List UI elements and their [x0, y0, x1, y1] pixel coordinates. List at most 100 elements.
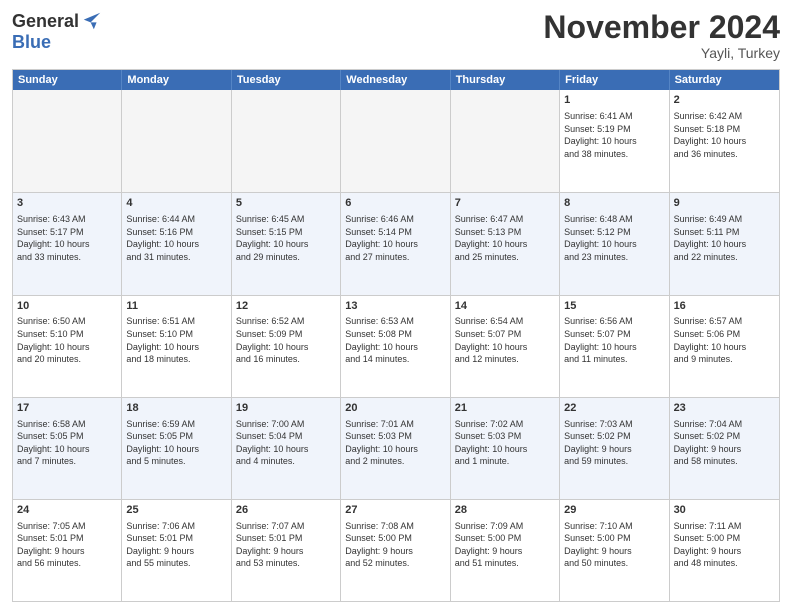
- logo-bird-icon: [81, 10, 103, 32]
- day-number: 28: [455, 503, 555, 518]
- day-number: 20: [345, 401, 445, 416]
- calendar-cell: [341, 90, 450, 192]
- day-number: 5: [236, 196, 336, 211]
- calendar-cell: 30 Sunrise: 7:11 AMSunset: 5:00 PMDayligh…: [670, 500, 779, 601]
- weekday-header: Wednesday: [341, 70, 450, 90]
- calendar-cell: 1 Sunrise: 6:41 AMSunset: 5:19 PMDaylight…: [560, 90, 669, 192]
- calendar-cell: 19Sunrise: 7:00 AMSunset: 5:04 PMDayligh…: [232, 398, 341, 499]
- calendar-cell: 2Sunrise: 6:42 AMSunset: 5:18 PMDaylight…: [670, 90, 779, 192]
- calendar-cell: 9 Sunrise: 6:49 AMSunset: 5:11 PMDaylight…: [670, 193, 779, 294]
- logo-blue-text: Blue: [12, 32, 51, 53]
- calendar-cell: 15Sunrise: 6:56 AMSunset: 5:07 PMDayligh…: [560, 296, 669, 397]
- logo: General Blue: [12, 10, 103, 53]
- day-info: Sunrise: 6:54 AMSunset: 5:07 PMDaylight:…: [455, 315, 555, 365]
- day-info: Sunrise: 6:53 AMSunset: 5:08 PMDaylight:…: [345, 315, 445, 365]
- header-right: November 2024 Yayli, Turkey: [543, 10, 780, 61]
- calendar-cell: [451, 90, 560, 192]
- calendar-cell: 11Sunrise: 6:51 AMSunset: 5:10 PMDayligh…: [122, 296, 231, 397]
- calendar-body: 1 Sunrise: 6:41 AMSunset: 5:19 PMDaylight…: [13, 90, 779, 601]
- weekday-header: Friday: [560, 70, 669, 90]
- calendar-row: 17Sunrise: 6:58 AMSunset: 5:05 PMDayligh…: [13, 397, 779, 499]
- day-info: Sunrise: 7:09 AMSunset: 5:00 PMDaylight:…: [455, 520, 555, 570]
- calendar-cell: 22Sunrise: 7:03 AMSunset: 5:02 PMDayligh…: [560, 398, 669, 499]
- calendar-cell: 18 Sunrise: 6:59 AMSunset: 5:05 PMDayligh…: [122, 398, 231, 499]
- day-number: 2: [674, 93, 775, 108]
- day-number: 1: [564, 93, 664, 108]
- day-number: 26: [236, 503, 336, 518]
- day-number: 25: [126, 503, 226, 518]
- day-info: Sunrise: 7:06 AMSunset: 5:01 PMDaylight:…: [126, 520, 226, 570]
- day-number: 11: [126, 299, 226, 314]
- day-info: Sunrise: 6:51 AMSunset: 5:10 PMDaylight:…: [126, 315, 226, 365]
- calendar-cell: 27 Sunrise: 7:08 AMSunset: 5:00 PMDayligh…: [341, 500, 450, 601]
- day-info: Sunrise: 6:48 AMSunset: 5:12 PMDaylight:…: [564, 213, 664, 263]
- day-number: 14: [455, 299, 555, 314]
- day-number: 10: [17, 299, 117, 314]
- calendar-cell: 5 Sunrise: 6:45 AMSunset: 5:15 PMDaylight…: [232, 193, 341, 294]
- day-info: Sunrise: 7:00 AMSunset: 5:04 PMDaylight:…: [236, 418, 336, 468]
- page-container: General Blue November 2024 Yayli, Turkey…: [0, 0, 792, 612]
- day-info: Sunrise: 6:41 AMSunset: 5:19 PMDaylight:…: [564, 110, 664, 160]
- calendar-cell: 25 Sunrise: 7:06 AMSunset: 5:01 PMDayligh…: [122, 500, 231, 601]
- calendar-header: SundayMondayTuesdayWednesdayThursdayFrid…: [13, 70, 779, 90]
- weekday-header: Thursday: [451, 70, 560, 90]
- day-number: 30: [674, 503, 775, 518]
- weekday-header: Tuesday: [232, 70, 341, 90]
- calendar-cell: 8 Sunrise: 6:48 AMSunset: 5:12 PMDaylight…: [560, 193, 669, 294]
- day-number: 16: [674, 299, 775, 314]
- day-info: Sunrise: 6:59 AMSunset: 5:05 PMDaylight:…: [126, 418, 226, 468]
- calendar-row: 3Sunrise: 6:43 AMSunset: 5:17 PMDaylight…: [13, 192, 779, 294]
- day-number: 27: [345, 503, 445, 518]
- day-info: Sunrise: 6:45 AMSunset: 5:15 PMDaylight:…: [236, 213, 336, 263]
- day-info: Sunrise: 6:47 AMSunset: 5:13 PMDaylight:…: [455, 213, 555, 263]
- calendar-cell: [232, 90, 341, 192]
- day-number: 9: [674, 196, 775, 211]
- calendar-cell: 3Sunrise: 6:43 AMSunset: 5:17 PMDaylight…: [13, 193, 122, 294]
- day-info: Sunrise: 6:52 AMSunset: 5:09 PMDaylight:…: [236, 315, 336, 365]
- day-info: Sunrise: 7:08 AMSunset: 5:00 PMDaylight:…: [345, 520, 445, 570]
- day-number: 23: [674, 401, 775, 416]
- day-info: Sunrise: 6:50 AMSunset: 5:10 PMDaylight:…: [17, 315, 117, 365]
- calendar-cell: 10Sunrise: 6:50 AMSunset: 5:10 PMDayligh…: [13, 296, 122, 397]
- day-info: Sunrise: 7:03 AMSunset: 5:02 PMDaylight:…: [564, 418, 664, 468]
- day-number: 29: [564, 503, 664, 518]
- day-info: Sunrise: 7:07 AMSunset: 5:01 PMDaylight:…: [236, 520, 336, 570]
- day-number: 21: [455, 401, 555, 416]
- logo-general-text: General: [12, 11, 79, 32]
- calendar-cell: 28 Sunrise: 7:09 AMSunset: 5:00 PMDayligh…: [451, 500, 560, 601]
- day-number: 6: [345, 196, 445, 211]
- day-info: Sunrise: 6:57 AMSunset: 5:06 PMDaylight:…: [674, 315, 775, 365]
- calendar-cell: 6 Sunrise: 6:46 AMSunset: 5:14 PMDaylight…: [341, 193, 450, 294]
- day-info: Sunrise: 7:05 AMSunset: 5:01 PMDaylight:…: [17, 520, 117, 570]
- calendar-cell: 12Sunrise: 6:52 AMSunset: 5:09 PMDayligh…: [232, 296, 341, 397]
- calendar-row: 10Sunrise: 6:50 AMSunset: 5:10 PMDayligh…: [13, 295, 779, 397]
- day-number: 4: [126, 196, 226, 211]
- calendar-cell: 29 Sunrise: 7:10 AMSunset: 5:00 PMDayligh…: [560, 500, 669, 601]
- calendar-cell: 20 Sunrise: 7:01 AMSunset: 5:03 PMDayligh…: [341, 398, 450, 499]
- day-number: 24: [17, 503, 117, 518]
- weekday-header: Saturday: [670, 70, 779, 90]
- calendar-cell: 26 Sunrise: 7:07 AMSunset: 5:01 PMDayligh…: [232, 500, 341, 601]
- calendar-cell: 23Sunrise: 7:04 AMSunset: 5:02 PMDayligh…: [670, 398, 779, 499]
- calendar-cell: 24 Sunrise: 7:05 AMSunset: 5:01 PMDayligh…: [13, 500, 122, 601]
- calendar-row: 1 Sunrise: 6:41 AMSunset: 5:19 PMDaylight…: [13, 90, 779, 192]
- day-info: Sunrise: 6:58 AMSunset: 5:05 PMDaylight:…: [17, 418, 117, 468]
- day-number: 8: [564, 196, 664, 211]
- day-info: Sunrise: 6:56 AMSunset: 5:07 PMDaylight:…: [564, 315, 664, 365]
- day-info: Sunrise: 7:01 AMSunset: 5:03 PMDaylight:…: [345, 418, 445, 468]
- day-info: Sunrise: 7:10 AMSunset: 5:00 PMDaylight:…: [564, 520, 664, 570]
- day-number: 7: [455, 196, 555, 211]
- day-info: Sunrise: 7:11 AMSunset: 5:00 PMDaylight:…: [674, 520, 775, 570]
- day-info: Sunrise: 6:44 AMSunset: 5:16 PMDaylight:…: [126, 213, 226, 263]
- calendar-cell: 7 Sunrise: 6:47 AMSunset: 5:13 PMDaylight…: [451, 193, 560, 294]
- month-title: November 2024: [543, 10, 780, 45]
- calendar-row: 24 Sunrise: 7:05 AMSunset: 5:01 PMDayligh…: [13, 499, 779, 601]
- calendar-cell: 16Sunrise: 6:57 AMSunset: 5:06 PMDayligh…: [670, 296, 779, 397]
- weekday-header: Sunday: [13, 70, 122, 90]
- day-info: Sunrise: 6:46 AMSunset: 5:14 PMDaylight:…: [345, 213, 445, 263]
- day-info: Sunrise: 6:49 AMSunset: 5:11 PMDaylight:…: [674, 213, 775, 263]
- calendar-cell: 21Sunrise: 7:02 AMSunset: 5:03 PMDayligh…: [451, 398, 560, 499]
- page-header: General Blue November 2024 Yayli, Turkey: [12, 10, 780, 61]
- day-number: 3: [17, 196, 117, 211]
- day-number: 18: [126, 401, 226, 416]
